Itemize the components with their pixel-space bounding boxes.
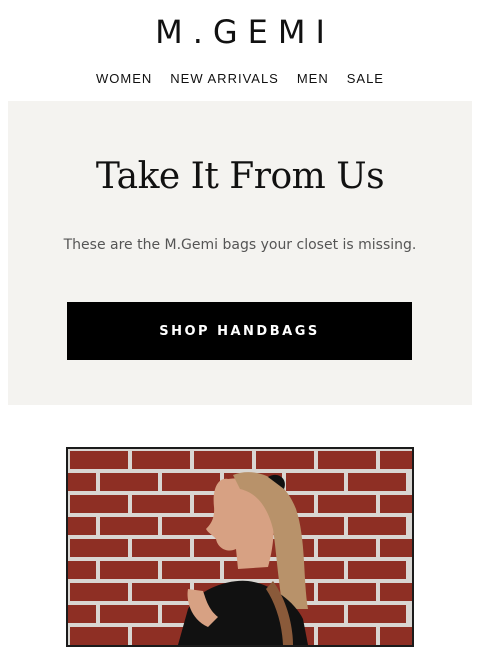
nav-item-sale[interactable]: SALE bbox=[347, 71, 384, 86]
brand-logo[interactable]: M.GEMI bbox=[145, 13, 335, 51]
hero-headline: Take It From Us bbox=[95, 156, 385, 197]
hero-banner: Take It From Us These are the M.Gemi bag… bbox=[8, 101, 472, 405]
nav-item-men[interactable]: MEN bbox=[297, 71, 329, 86]
product-lifestyle-photo[interactable] bbox=[66, 447, 414, 647]
top-navigation: WOMEN NEW ARRIVALS MEN SALE bbox=[0, 58, 480, 98]
shop-handbags-button[interactable]: SHOP HANDBAGS bbox=[67, 302, 412, 360]
email-header: M.GEMI bbox=[0, 0, 480, 60]
nav-item-women[interactable]: WOMEN bbox=[96, 71, 152, 86]
nav-item-new-arrivals[interactable]: NEW ARRIVALS bbox=[170, 71, 279, 86]
brick-wall-portrait-image bbox=[68, 449, 412, 645]
hero-subtext: These are the M.Gemi bags your closet is… bbox=[63, 237, 417, 253]
